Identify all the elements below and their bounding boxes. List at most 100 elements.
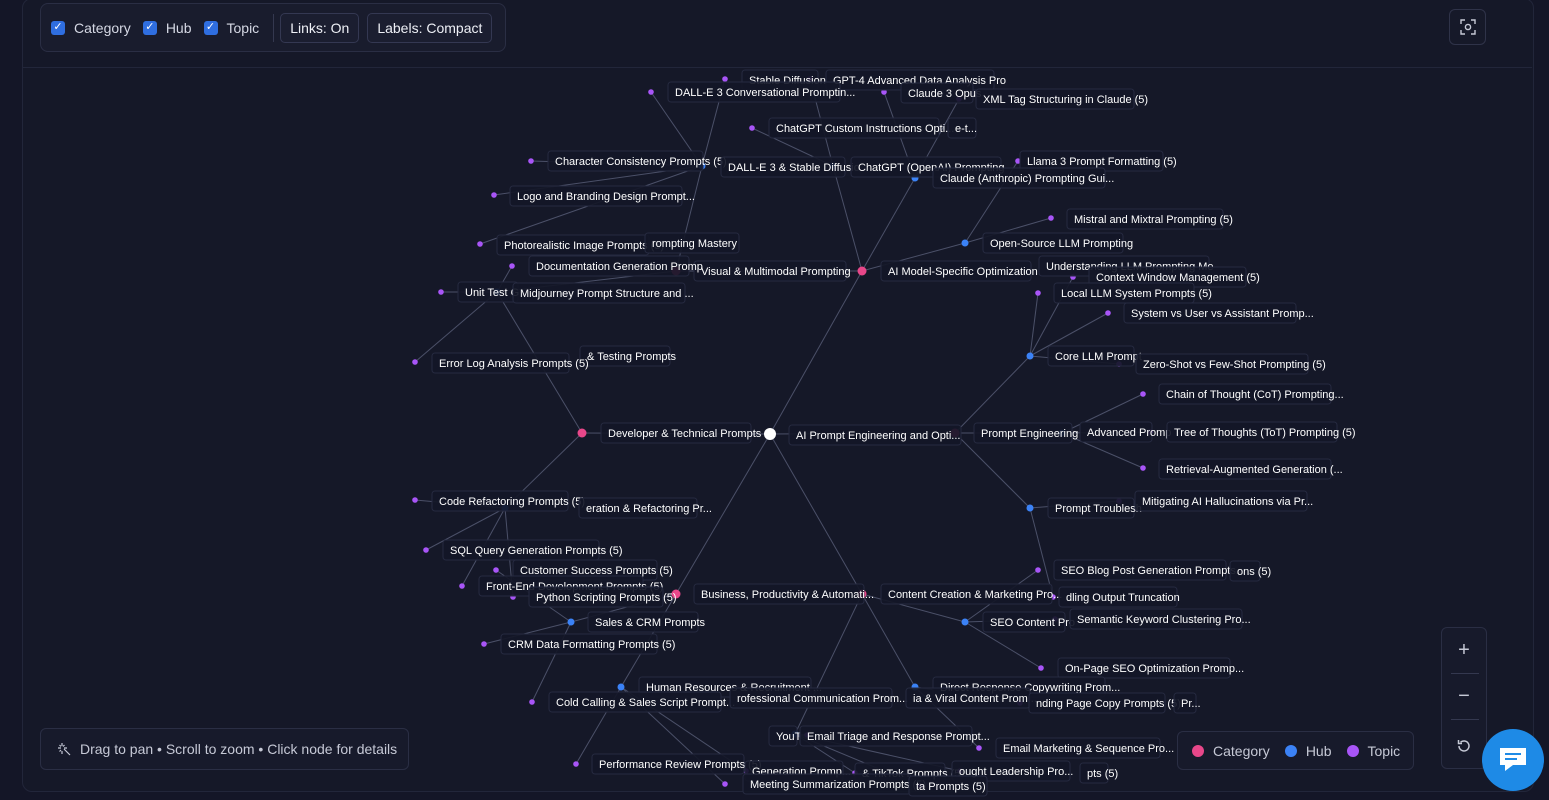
node-label[interactable]: rofessional Communication Prom...: [729, 687, 908, 709]
filter-topic-checkbox[interactable]: ✓ Topic: [203, 20, 259, 36]
node-label[interactable]: DALL-E 3 & Stable Diffusio: [720, 156, 860, 178]
node-label[interactable]: AI Prompt Engineering and Opti...: [788, 424, 962, 446]
node-label[interactable]: dling Output Truncation: [1058, 586, 1180, 608]
node-label[interactable]: Photorealistic Image Prompts(5): [496, 234, 664, 256]
hub-node[interactable]: [1026, 352, 1034, 360]
topic-node[interactable]: [459, 583, 465, 589]
node-label[interactable]: YouT: [768, 725, 802, 747]
category-node[interactable]: [857, 266, 867, 276]
node-label[interactable]: Python Scripting Prompts (5): [528, 586, 677, 608]
node-label[interactable]: Zero-Shot vs Few-Shot Prompting (5): [1135, 353, 1326, 375]
node-label[interactable]: Core LLM Prompt: [1047, 345, 1142, 367]
topic-node[interactable]: [722, 76, 728, 82]
node-label[interactable]: System vs User vs Assistant Promp...: [1123, 302, 1314, 324]
node-label[interactable]: Prompt Troublesh: [1047, 497, 1142, 519]
node-label[interactable]: Advanced Promp: [1079, 421, 1171, 443]
node-label[interactable]: Visual & Multimodal Prompting: [693, 260, 851, 282]
node-label[interactable]: Chain of Thought (CoT) Prompting...: [1158, 383, 1344, 405]
node-label[interactable]: e-t...: [947, 117, 977, 139]
node-label[interactable]: Mistral and Mixtral Prompting (5): [1066, 208, 1233, 230]
node-label[interactable]: Open-Source LLM Prompting: [982, 232, 1133, 254]
node-label[interactable]: SQL Query Generation Prompts (5): [442, 539, 623, 561]
topic-node[interactable]: [493, 567, 499, 573]
filter-category-checkbox[interactable]: ✓ Category: [51, 20, 131, 36]
topic-node[interactable]: [529, 699, 535, 705]
reset-view-button[interactable]: [1442, 724, 1486, 768]
node-label[interactable]: Documentation Generation Promp: [528, 255, 703, 277]
node-label[interactable]: Email Triage and Response Prompt...: [799, 725, 990, 747]
node-label[interactable]: Business, Productivity & Automati...: [693, 583, 874, 605]
topic-node[interactable]: [412, 359, 418, 365]
zoom-in-button[interactable]: +: [1442, 628, 1486, 672]
topic-node[interactable]: [1038, 665, 1044, 671]
node-label[interactable]: nding Page Copy Prompts(5): [1028, 692, 1181, 714]
topic-node[interactable]: [528, 158, 534, 164]
node-label[interactable]: ia & Viral Content Prom...: [905, 687, 1037, 709]
topic-node[interactable]: [1048, 215, 1054, 221]
node-label[interactable]: Claude 3 Opus: [900, 82, 982, 104]
node-label[interactable]: Retrieval-Augmented Generation (...: [1158, 458, 1343, 480]
node-label[interactable]: Meeting Summarization Prompts(5): [742, 773, 926, 795]
node-label[interactable]: Midjourney Prompt Structure and ...: [512, 282, 694, 304]
node-label[interactable]: On-Page SEO Optimization Promp...: [1057, 657, 1244, 679]
topic-node[interactable]: [573, 761, 579, 767]
hub-node[interactable]: [961, 618, 969, 626]
root-node[interactable]: [764, 428, 776, 440]
topic-node[interactable]: [481, 641, 487, 647]
node-label[interactable]: Sales & CRM Prompts: [587, 611, 706, 633]
node-label[interactable]: Performance Review Prompts(5): [591, 753, 762, 775]
node-label[interactable]: AI Model-Specific Optimization: [880, 260, 1038, 282]
node-label[interactable]: Claude (Anthropic) Prompting Gui...: [932, 167, 1114, 189]
labels-mode-button[interactable]: Labels: Compact: [367, 12, 493, 43]
topic-node[interactable]: [722, 781, 728, 787]
topic-node[interactable]: [438, 289, 444, 295]
node-label[interactable]: ons (5): [1229, 560, 1271, 582]
node-label[interactable]: XML Tag Structuring in Claude (5): [975, 88, 1148, 110]
topic-node[interactable]: [423, 547, 429, 553]
topic-node[interactable]: [976, 745, 982, 751]
node-label[interactable]: SEO Blog Post Generation Prompts...: [1053, 559, 1245, 581]
node-label[interactable]: ta Prompts (5): [908, 775, 988, 797]
hub-node[interactable]: [961, 239, 969, 247]
topic-node[interactable]: [412, 497, 418, 503]
node-label[interactable]: Error Log Analysis Prompts (5): [431, 352, 589, 374]
hub-node[interactable]: [617, 683, 625, 691]
node-label[interactable]: ChatGPT Custom Instructions Opti...: [768, 117, 954, 139]
topic-node[interactable]: [1140, 465, 1146, 471]
chat-launcher-button[interactable]: [1482, 729, 1544, 791]
node-label[interactable]: Local LLM System Prompts (5): [1053, 282, 1212, 304]
topic-node[interactable]: [1035, 567, 1041, 573]
hub-node[interactable]: [567, 618, 575, 626]
topic-node[interactable]: [1105, 310, 1111, 316]
fit-view-button[interactable]: [1449, 9, 1486, 45]
node-label[interactable]: Code Refactoring Prompts (5): [431, 490, 585, 512]
knowledge-graph[interactable]: AI Prompt Engineering and Opti... Develop…: [0, 0, 1549, 800]
node-label[interactable]: Prompt Engineering: [973, 422, 1078, 444]
links-toggle-button[interactable]: Links: On: [280, 12, 360, 43]
node-label[interactable]: rompting Mastery: [644, 232, 740, 254]
hub-node[interactable]: [1026, 504, 1034, 512]
node-label[interactable]: CRM Data Formatting Prompts (5): [500, 633, 675, 655]
topic-node[interactable]: [477, 241, 483, 247]
node-label[interactable]: Semantic Keyword Clustering Pro...: [1069, 608, 1251, 630]
node-label[interactable]: Cold Calling & Sales Script Prompt...: [548, 691, 735, 713]
node-label[interactable]: Mitigating AI Hallucinations via Pr...: [1134, 490, 1313, 512]
node-label[interactable]: & Testing Prompts: [579, 345, 677, 367]
node-label[interactable]: Developer & Technical Prompts: [600, 422, 762, 444]
node-label[interactable]: SEO Content Pro: [982, 611, 1075, 633]
node-label[interactable]: Unit Test G: [457, 281, 519, 303]
topic-node[interactable]: [648, 89, 654, 95]
node-label[interactable]: Tree of Thoughts (ToT) Prompting (5): [1166, 421, 1356, 443]
topic-node[interactable]: [491, 192, 497, 198]
zoom-out-button[interactable]: −: [1442, 674, 1486, 718]
node-label[interactable]: pts (5): [1079, 762, 1118, 784]
node-label[interactable]: DALL-E 3 Conversational Promptin...: [667, 81, 855, 103]
node-label[interactable]: Pr...: [1173, 692, 1201, 714]
node-label[interactable]: eration & Refactoring Pr...: [578, 497, 712, 519]
category-node[interactable]: [577, 428, 587, 438]
node-label[interactable]: Logo and Branding Design Prompt...: [509, 185, 695, 207]
node-label[interactable]: Email Marketing & Sequence Pro...: [995, 737, 1174, 759]
node-label[interactable]: Character Consistency Prompts (5): [547, 150, 727, 172]
node-label[interactable]: Content Creation & Marketing Pro...: [880, 583, 1062, 605]
topic-node[interactable]: [509, 263, 515, 269]
